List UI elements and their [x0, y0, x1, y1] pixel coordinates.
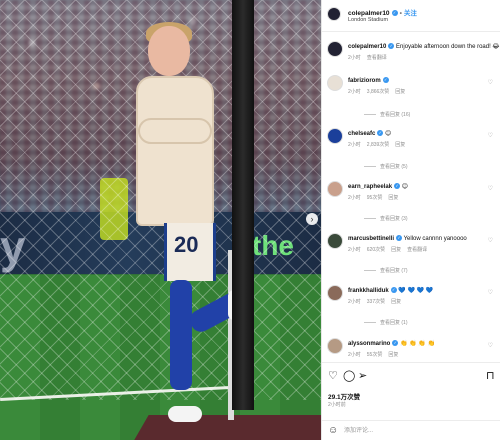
player-number: 20	[174, 232, 199, 257]
comment-meta: 2小时 2,839次赞 回复	[348, 142, 406, 148]
view-replies[interactable]: 查看回复 (7)	[364, 267, 408, 274]
reply-link[interactable]: 回复	[391, 299, 401, 305]
comment-meta: 2小时 620次赞 回复 查看翻译	[348, 247, 428, 253]
post-panel: colepalmer10 ✓ • 关注 London Stadium colepalm…	[321, 0, 500, 440]
comment-meta: 2小时 95次赞 回复	[348, 195, 399, 201]
comment-composer: ☺	[322, 420, 500, 440]
translate-link[interactable]: 查看翻译	[407, 247, 427, 253]
player-head	[148, 26, 190, 76]
comment-like-heart-icon[interactable]: ♡	[488, 185, 493, 192]
emoji-icon[interactable]: ☺	[328, 425, 338, 436]
comment-text: chelseafc ✓ 😊	[348, 130, 392, 137]
comment-like-heart-icon[interactable]: ♡	[488, 289, 493, 296]
goal-post	[232, 0, 254, 410]
verified-icon: ✓	[388, 43, 395, 50]
commenter-avatar[interactable]	[327, 75, 343, 91]
heart-icon[interactable]: ♡	[328, 370, 338, 382]
verified-icon: ✓	[377, 130, 384, 137]
author-name[interactable]: colepalmer10	[348, 10, 390, 17]
verified-icon: ✓	[394, 183, 401, 190]
bookmark-icon[interactable]: ⊓	[486, 370, 495, 382]
view-replies[interactable]: 查看回复 (1)	[364, 319, 408, 326]
comment-input[interactable]	[344, 425, 464, 437]
player-shirt	[136, 76, 214, 226]
commenter-avatar[interactable]	[327, 233, 343, 249]
comment-meta: 2小时 337次赞 回复	[348, 299, 402, 305]
post-actions: ♡ ◯ ➢ ⊓ 29.1万次赞 2小时前	[322, 362, 500, 422]
comment-like-heart-icon[interactable]: ♡	[488, 79, 493, 86]
post-header: colepalmer10 ✓ • 关注 London Stadium	[322, 0, 500, 32]
player: 20	[128, 18, 252, 438]
post-location[interactable]: London Stadium	[348, 17, 388, 23]
author-line: colepalmer10 ✓ • 关注	[348, 7, 417, 17]
comment-like-heart-icon[interactable]: ♡	[488, 342, 493, 349]
reply-link[interactable]: 回复	[388, 195, 398, 201]
next-arrow-icon[interactable]: ›	[306, 213, 318, 225]
comment-meta: 2小时 3,866次赞 回复	[348, 89, 406, 95]
caption-text: colepalmer10 ✓ Enjoyable afternoon down t…	[348, 43, 500, 50]
comment-text: frankkhalliduk ✓ 💙 💙 💙 💙	[348, 287, 434, 294]
post-photo[interactable]: y the 20 ›	[0, 0, 321, 440]
reply-link[interactable]: 回复	[391, 247, 401, 253]
verified-icon: ✓	[392, 340, 399, 347]
reply-link[interactable]: 回复	[395, 142, 405, 148]
reply-link[interactable]: 回复	[388, 352, 398, 358]
player-boot	[168, 406, 202, 422]
commenter-avatar[interactable]	[327, 181, 343, 197]
view-replies[interactable]: 查看回复 (16)	[364, 111, 410, 118]
author-avatar-caption[interactable]	[327, 41, 343, 57]
player-arm	[138, 118, 212, 144]
comment-text: fabriziorom ✓	[348, 77, 389, 84]
comment-text: alyssonmarino ✓ 👏 👏 👏 👏	[348, 340, 435, 347]
verified-icon: ✓	[391, 10, 398, 17]
author-avatar[interactable]	[327, 7, 341, 21]
comment-meta: 2小时 55次赞 回复	[348, 352, 399, 358]
verified-icon: ✓	[396, 235, 403, 242]
comment-like-heart-icon[interactable]: ♡	[488, 237, 493, 244]
comment-like-heart-icon[interactable]: ♡	[488, 132, 493, 139]
comment-text: marcusbettinelli ✓ Yellow cannnn yanoooo	[348, 235, 467, 242]
follow-button[interactable]: 关注	[404, 10, 417, 17]
verified-icon: ✓	[390, 287, 397, 294]
translate-link[interactable]: 查看翻译	[367, 55, 387, 61]
share-icon[interactable]: ➢	[358, 370, 367, 382]
view-replies[interactable]: 查看回复 (3)	[364, 215, 408, 222]
comment-icon[interactable]: ◯	[343, 370, 355, 382]
reply-link[interactable]: 回复	[395, 89, 405, 95]
commenter-avatar[interactable]	[327, 285, 343, 301]
like-count[interactable]: 29.1万次赞	[328, 391, 360, 401]
verified-icon: ✓	[382, 77, 389, 84]
view-replies[interactable]: 查看回复 (5)	[364, 163, 408, 170]
caption-meta: 2小时 查看翻译	[348, 55, 387, 61]
comment-text: earn_rapheelak ✓ 😊	[348, 183, 408, 190]
separator-dot: •	[399, 10, 402, 17]
post-time: 2小时前	[328, 402, 346, 408]
player-leg	[170, 280, 192, 390]
commenter-avatar[interactable]	[327, 338, 343, 354]
commenter-avatar[interactable]	[327, 128, 343, 144]
